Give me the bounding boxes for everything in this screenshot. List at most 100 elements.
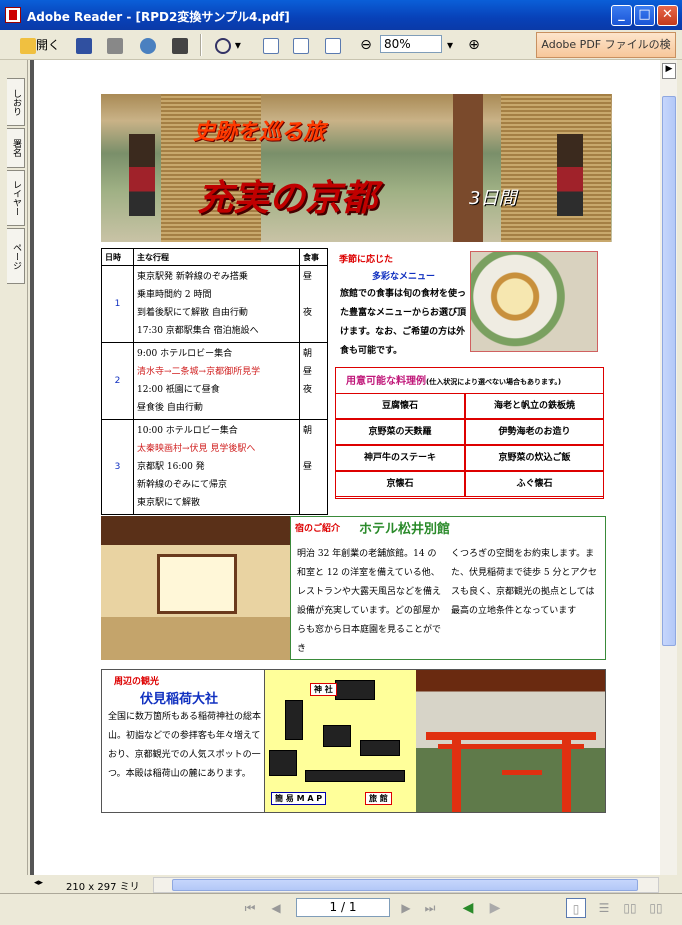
find-button[interactable] bbox=[169, 34, 191, 56]
torii-pillar bbox=[452, 732, 461, 812]
split-icon[interactable]: ◂▸ bbox=[34, 878, 43, 888]
simple-map: 神 社 簡 易 M A P 旅 館 bbox=[264, 670, 416, 812]
maximize-button[interactable]: □ bbox=[634, 5, 655, 26]
zoom-dropdown-button[interactable]: ▾ bbox=[444, 34, 456, 56]
hotel-text-right: くつろぎの空間をお約束します。また、伏見稲荷まで徒歩 5 分とアクセスも良く、京… bbox=[451, 549, 597, 616]
map-label-title: 簡 易 M A P bbox=[271, 792, 327, 805]
map-building bbox=[305, 770, 405, 782]
toolbar-separator bbox=[200, 34, 202, 56]
menu-item: 京野菜の天麩羅 bbox=[335, 419, 465, 445]
menu-item: ふぐ懐石 bbox=[465, 471, 604, 497]
page-number-field[interactable]: 1 / 1 bbox=[296, 898, 390, 917]
print-button[interactable] bbox=[104, 34, 126, 56]
menu-item: 海老と帆立の鉄板焼 bbox=[465, 393, 604, 419]
day-number: 3 bbox=[101, 419, 134, 515]
meal-subtitle: 多彩なメニュー bbox=[372, 272, 436, 282]
hotel-box: 宿のご紹介 ホテル松井別館 明治 32 年創業の老舗旅館。14 の和室と 12 … bbox=[290, 516, 606, 660]
adobe-reader-icon bbox=[5, 7, 21, 23]
route-line: 昼食後 自由行動 bbox=[137, 403, 203, 413]
open-button[interactable]: 開く bbox=[18, 34, 62, 56]
search-pdf-button[interactable]: Adobe PDF ファイルの検索 bbox=[536, 32, 676, 75]
close-button[interactable]: ✕ bbox=[657, 5, 678, 26]
shrine-photo bbox=[416, 670, 605, 812]
last-page-button[interactable]: ⏭ bbox=[420, 898, 440, 918]
hotel-room-photo bbox=[101, 516, 290, 660]
back-view-button[interactable]: ◀ bbox=[458, 898, 478, 918]
table-header-row: 日時 主な行程 食事 bbox=[101, 248, 328, 266]
torii-pillar bbox=[562, 732, 571, 812]
tab-layers[interactable]: レイヤー bbox=[7, 170, 25, 226]
page-icon bbox=[263, 37, 279, 54]
food-photo bbox=[470, 251, 598, 352]
plus-circle-icon: ⊕ bbox=[468, 37, 480, 53]
menu-item: 京懐石 bbox=[335, 471, 465, 497]
tab-bookmarks[interactable]: しおり bbox=[7, 78, 25, 126]
meal-text: 旅館での食事は旬の食材を使った豊富なメニューからお選び頂けます。なお、ご希望の方… bbox=[340, 289, 467, 356]
hotel-text-left: 明治 32 年創業の老舗旅館。14 の和室と 12 の洋室を備えている他、レスト… bbox=[297, 549, 442, 654]
fit-page-button[interactable] bbox=[290, 34, 312, 56]
table-row: 1 東京駅発 新幹線のぞみ搭乗 乗車時間約 2 時間 到着後駅にて解散 自由行動… bbox=[101, 265, 328, 343]
actual-size-button[interactable] bbox=[260, 34, 282, 56]
forward-view-button[interactable]: ▶ bbox=[485, 898, 505, 918]
route-line: 新幹線のぞみにて帰京 bbox=[137, 480, 228, 490]
zoom-tool-button[interactable]: ▾ bbox=[210, 34, 246, 56]
prev-page-button[interactable]: ◀ bbox=[266, 898, 286, 918]
table-row: 2 9:00 ホテルロビー集合 清水寺→二条城→京都御所見学 12:00 祇園に… bbox=[101, 342, 328, 420]
tab-signatures[interactable]: 署名 bbox=[7, 128, 25, 168]
facing-icon: ▯▯ bbox=[623, 901, 637, 915]
banner-title: 充実の京都 bbox=[197, 178, 378, 219]
zoom-out-button[interactable]: ⊖ bbox=[356, 34, 376, 56]
fit-width-icon bbox=[325, 37, 341, 54]
banner-subtitle: 史跡を巡る旅 bbox=[193, 120, 326, 145]
hotel-name: ホテル松井別館 bbox=[359, 522, 451, 537]
zoom-input[interactable]: 80% bbox=[380, 35, 442, 53]
save-button[interactable] bbox=[74, 34, 94, 56]
minimize-button[interactable]: _ bbox=[611, 5, 632, 26]
fit-width-button[interactable] bbox=[322, 34, 344, 56]
banner-image: 史跡を巡る旅 充実の京都 3日間 bbox=[101, 94, 612, 242]
route-line: 9:00 ホテルロビー集合 bbox=[137, 349, 233, 359]
continuous-facing-button[interactable]: ▯▯ bbox=[646, 898, 666, 918]
horizontal-scrollbar[interactable] bbox=[153, 877, 659, 893]
map-label-inn: 旅 館 bbox=[365, 792, 392, 805]
horizontal-scroll-thumb[interactable] bbox=[172, 879, 638, 891]
meal-mark: 夜 bbox=[303, 308, 313, 318]
sightseeing-box: 周辺の観光 伏見稲荷大社 全国に数万箇所もある稲荷神社の総本山。初詣などでの参拝… bbox=[101, 669, 606, 813]
first-page-button[interactable]: ⏮ bbox=[240, 898, 260, 918]
sightseeing-name: 伏見稲荷大社 bbox=[140, 692, 219, 707]
menu-item: 京野菜の炊込ご飯 bbox=[465, 445, 604, 471]
itinerary-table: 日時 主な行程 食事 1 東京駅発 新幹線のぞみ搭乗 乗車時間約 2 時間 到着… bbox=[101, 248, 328, 515]
map-building bbox=[360, 740, 400, 756]
day-number: 1 bbox=[101, 265, 134, 343]
meal-mark: 昼 bbox=[303, 367, 313, 377]
menu-title: 用意可能な料理例 bbox=[346, 376, 426, 387]
header-route: 主な行程 bbox=[133, 248, 300, 266]
email-icon bbox=[140, 37, 156, 54]
map-building bbox=[323, 725, 351, 747]
printer-icon bbox=[107, 37, 123, 54]
route-line: 到着後駅にて解散 自由行動 bbox=[137, 308, 248, 318]
continuous-button[interactable]: ☰ bbox=[594, 898, 614, 918]
vertical-scroll-thumb[interactable] bbox=[662, 96, 676, 646]
panel-toggle-arrow[interactable]: ▶ bbox=[662, 63, 676, 79]
continuous-facing-icon: ▯▯ bbox=[649, 901, 663, 915]
wooden-post bbox=[453, 94, 483, 242]
torii-small bbox=[502, 770, 542, 775]
binoculars-icon bbox=[172, 37, 188, 54]
title-bar: Adobe Reader - [RPD2変換サンプル4.pdf] _ □ ✕ bbox=[0, 0, 682, 30]
day-meals: 昼 夜 bbox=[299, 265, 328, 343]
fit-page-icon bbox=[293, 37, 309, 54]
facing-button[interactable]: ▯▯ bbox=[620, 898, 640, 918]
menu-item: 神戸牛のステーキ bbox=[335, 445, 465, 471]
day-route: 10:00 ホテルロビー集合 太秦映画村→伏見 見学後駅へ 京都駅 16:00 … bbox=[133, 419, 300, 515]
menu-item: 豆腐懐石 bbox=[335, 393, 465, 419]
menu-box: 用意可能な料理例(仕入状況により選べない場合もあります。) 豆腐懐石 海老と帆立… bbox=[335, 367, 604, 499]
tab-pages[interactable]: ページ bbox=[7, 228, 25, 284]
email-button[interactable] bbox=[137, 34, 159, 56]
single-page-button[interactable]: ▯ bbox=[566, 898, 586, 918]
tassel bbox=[129, 134, 155, 216]
map-building bbox=[335, 680, 375, 700]
next-page-button[interactable]: ▶ bbox=[396, 898, 416, 918]
zoom-in-button[interactable]: ⊕ bbox=[464, 34, 484, 56]
navigation-tabs: しおり 署名 レイヤー ページ bbox=[0, 60, 28, 875]
